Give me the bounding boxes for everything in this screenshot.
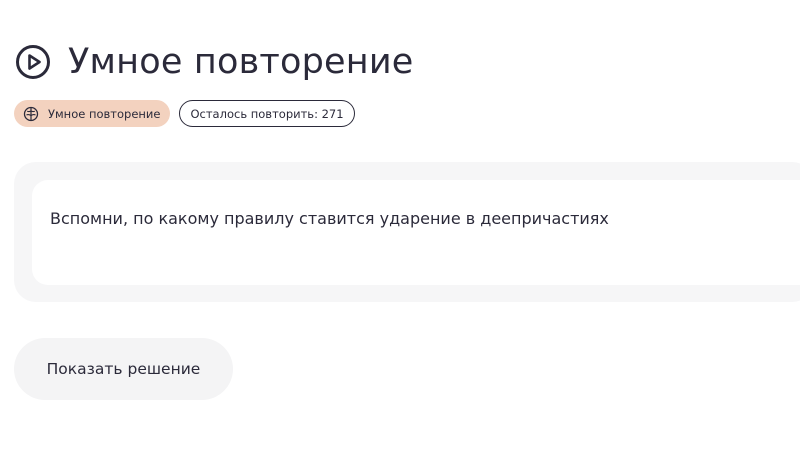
remaining-count-badge: Осталось повторить: 271 — [179, 100, 355, 127]
mode-badge-label: Умное повторение — [48, 106, 161, 121]
mode-badge: Умное повторение — [14, 100, 171, 127]
play-circle-icon — [14, 43, 52, 81]
brain-icon — [23, 106, 39, 122]
page-header: Умное повторение — [14, 42, 414, 82]
page: Умное повторение Умное повторение Остало… — [0, 0, 800, 459]
question-card-body — [32, 180, 800, 285]
remaining-count-label: Осталось повторить: 271 — [190, 106, 344, 121]
page-title: Умное повторение — [68, 42, 414, 82]
badges-row: Умное повторение Осталось повторить: 271 — [14, 100, 355, 127]
question-text: Вспомни, по какому правилу ставится удар… — [50, 209, 609, 228]
show-solution-button[interactable]: Показать решение — [14, 338, 233, 400]
